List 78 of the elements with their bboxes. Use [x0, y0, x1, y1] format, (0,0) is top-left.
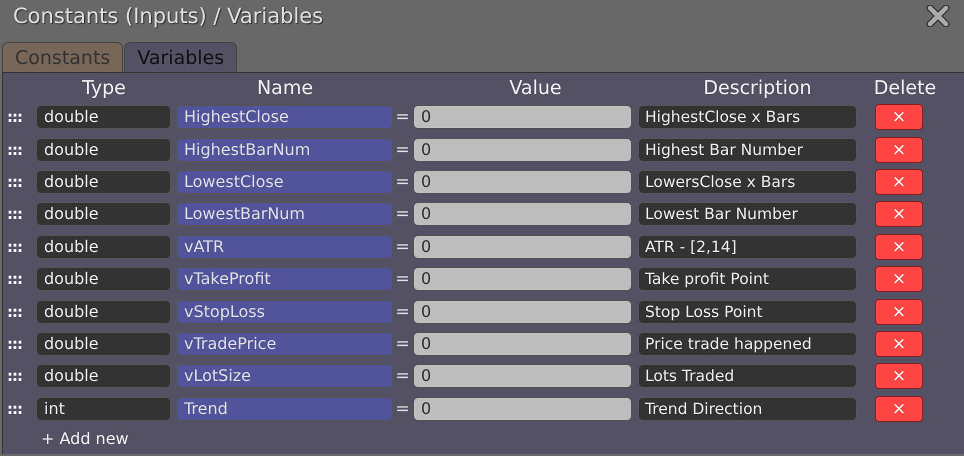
- column-header: Value: [509, 76, 562, 98]
- drag-handle[interactable]: :::: [3, 140, 22, 159]
- delete-button[interactable]: ×: [875, 330, 923, 357]
- type-field[interactable]: double: [36, 234, 171, 259]
- value-field[interactable]: 0: [413, 170, 632, 194]
- type-field[interactable]: double: [36, 105, 171, 130]
- type-field[interactable]: double: [36, 364, 171, 388]
- equals-sign: =: [395, 269, 410, 290]
- drag-handle[interactable]: :::: [3, 334, 22, 353]
- value-field[interactable]: 0: [413, 364, 632, 388]
- value-field[interactable]: 0: [413, 138, 632, 162]
- description-field[interactable]: Lowest Bar Number: [638, 202, 857, 226]
- column-header: Description: [703, 76, 812, 98]
- name-field[interactable]: vATR: [176, 234, 393, 259]
- description-field[interactable]: ATR - [2,14]: [638, 234, 857, 259]
- value-field[interactable]: 0: [413, 396, 632, 421]
- delete-button[interactable]: ×: [875, 136, 923, 163]
- name-field[interactable]: Trend: [176, 396, 393, 421]
- type-field[interactable]: double: [36, 300, 171, 324]
- equals-sign: =: [395, 204, 410, 224]
- description-field[interactable]: Highest Bar Number: [638, 138, 857, 162]
- delete-button[interactable]: ×: [875, 396, 923, 422]
- window-title: Constants (Inputs) / Variables: [13, 4, 324, 28]
- name-field[interactable]: vLotSize: [176, 364, 393, 388]
- equals-sign: =: [395, 302, 410, 322]
- equals-sign: =: [395, 140, 410, 160]
- delete-button[interactable]: ×: [875, 104, 923, 130]
- value-field[interactable]: 0: [413, 300, 632, 324]
- description-field[interactable]: Price trade happened: [638, 332, 857, 356]
- name-field[interactable]: HighestBarNum: [176, 138, 393, 162]
- type-field[interactable]: double: [36, 170, 171, 194]
- equals-sign: =: [395, 107, 410, 128]
- drag-handle[interactable]: :::: [3, 367, 22, 386]
- type-field[interactable]: double: [36, 267, 171, 292]
- equals-sign: =: [395, 334, 410, 354]
- name-field[interactable]: HighestClose: [176, 105, 393, 130]
- value-field[interactable]: 0: [413, 105, 632, 130]
- add-new-button[interactable]: + Add new: [41, 428, 129, 449]
- drag-handle[interactable]: :::: [3, 270, 22, 288]
- value-field[interactable]: 0: [413, 332, 632, 356]
- equals-sign: =: [395, 236, 410, 257]
- delete-button[interactable]: ×: [875, 298, 923, 325]
- drag-handle[interactable]: :::: [3, 172, 22, 191]
- value-field[interactable]: 0: [413, 202, 632, 226]
- delete-button[interactable]: ×: [875, 168, 923, 195]
- column-header: Name: [256, 76, 314, 98]
- equals-sign: =: [395, 398, 410, 419]
- drag-handle[interactable]: :::: [3, 205, 22, 224]
- close-icon[interactable]: [926, 5, 950, 27]
- name-field[interactable]: vTakeProfit: [176, 267, 393, 292]
- delete-button[interactable]: ×: [875, 234, 923, 260]
- column-header: Type: [82, 76, 126, 98]
- name-field[interactable]: LowestClose: [176, 170, 393, 194]
- drag-handle[interactable]: :::: [3, 400, 22, 418]
- equals-sign: =: [395, 366, 410, 386]
- type-field[interactable]: double: [36, 332, 171, 356]
- drag-handle[interactable]: :::: [3, 302, 22, 321]
- drag-handle[interactable]: :::: [3, 108, 22, 126]
- type-field[interactable]: double: [36, 202, 171, 226]
- name-field[interactable]: LowestBarNum: [176, 202, 393, 226]
- value-field[interactable]: 0: [413, 267, 632, 292]
- description-field[interactable]: Trend Direction: [638, 396, 857, 421]
- description-field[interactable]: HighestClose x Bars: [638, 105, 857, 130]
- value-field[interactable]: 0: [413, 234, 632, 259]
- description-field[interactable]: Take profit Point: [638, 267, 857, 292]
- description-field[interactable]: Stop Loss Point: [638, 300, 857, 324]
- description-field[interactable]: LowersClose x Bars: [638, 170, 857, 194]
- type-field[interactable]: int: [36, 396, 171, 421]
- delete-button[interactable]: ×: [875, 363, 923, 390]
- equals-sign: =: [395, 172, 410, 192]
- name-field[interactable]: vStopLoss: [176, 300, 393, 324]
- delete-button[interactable]: ×: [875, 201, 923, 228]
- type-field[interactable]: double: [36, 138, 171, 162]
- drag-handle[interactable]: :::: [3, 238, 22, 256]
- name-field[interactable]: vTradePrice: [176, 332, 393, 356]
- description-field[interactable]: Lots Traded: [638, 364, 857, 388]
- column-header: Delete: [874, 76, 936, 98]
- delete-button[interactable]: ×: [875, 266, 923, 292]
